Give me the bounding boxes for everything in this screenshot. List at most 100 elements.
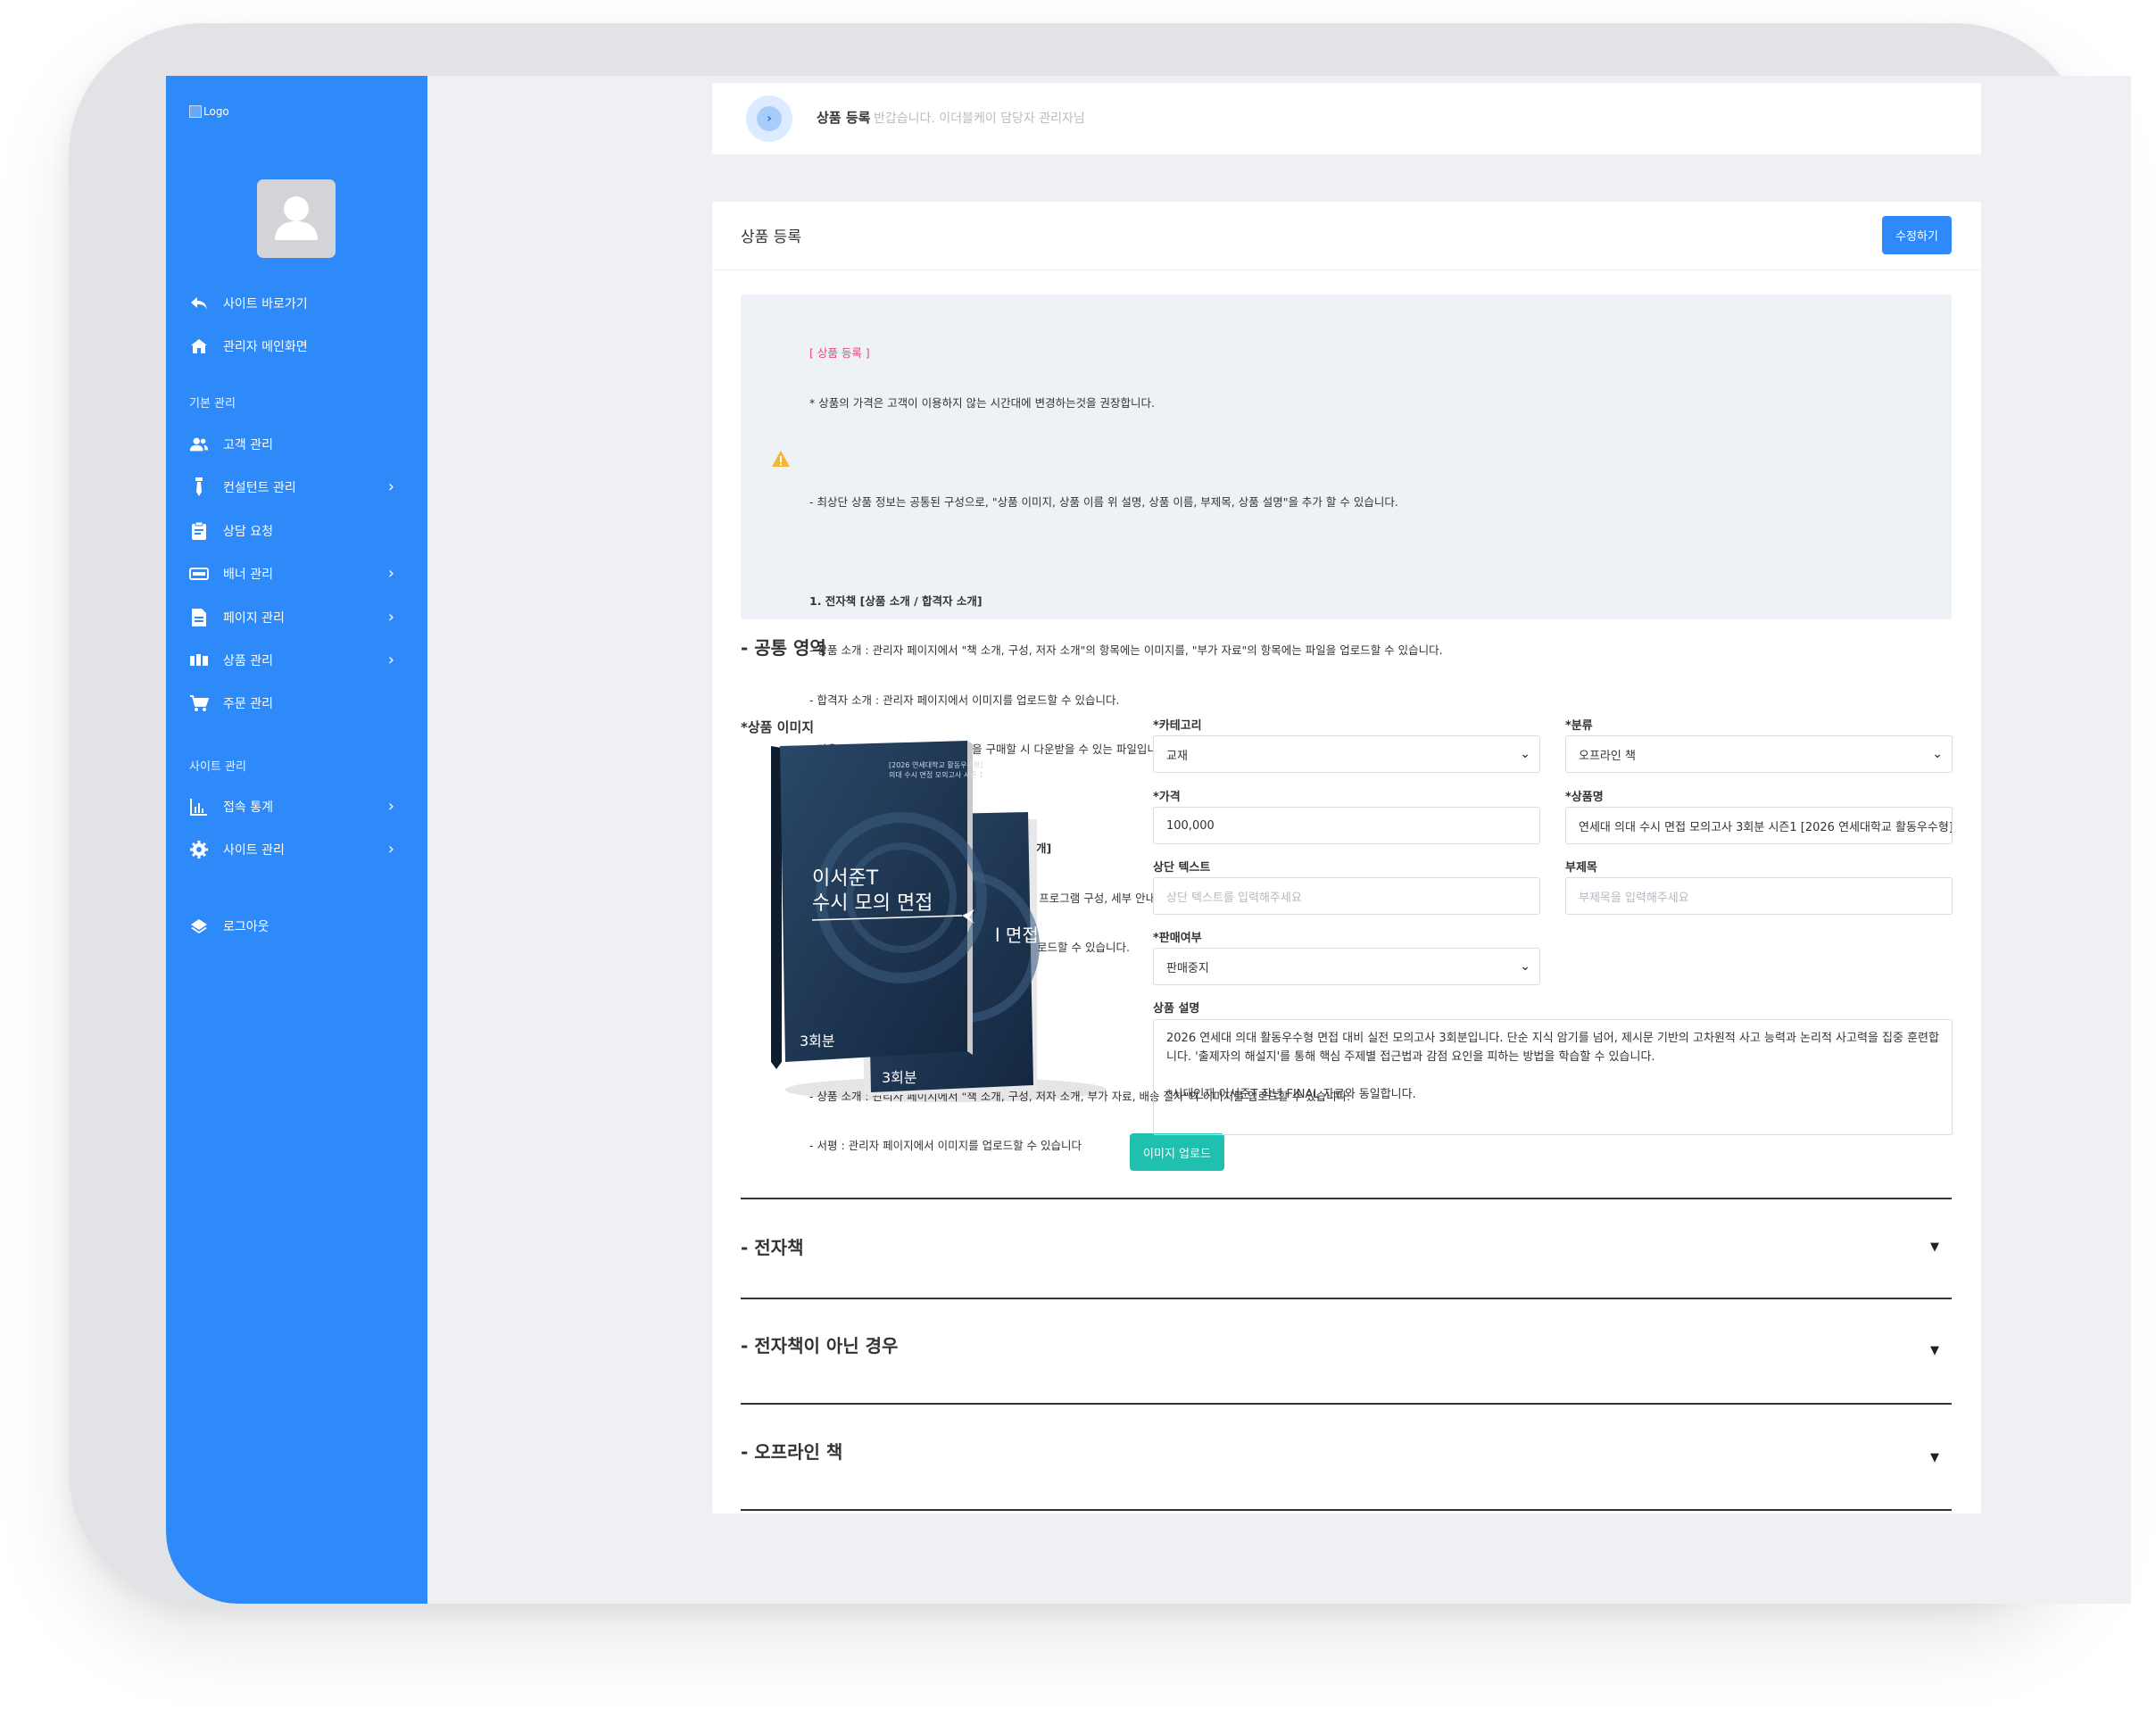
book-back-title: l 면접 <box>995 925 1039 946</box>
edit-button[interactable]: 수정하기 <box>1882 216 1952 254</box>
sidebar-item-label: 배너 관리 <box>223 568 273 582</box>
sidebar-item-label: 고객 관리 <box>223 438 273 452</box>
chevron-down-icon: ⌄ <box>1520 747 1530 761</box>
chart-icon <box>189 797 209 817</box>
category-label: *카테고리 <box>1153 719 1202 733</box>
accordion-non-ebook[interactable]: - 전자책이 아닌 경우 <box>741 1331 898 1357</box>
sale-status-value: 판매중지 <box>1166 961 1209 975</box>
logo-alt-text: Logo <box>203 105 229 118</box>
product-image-label: *상품 이미지 <box>741 719 815 735</box>
sidebar-item-orders[interactable]: 주문 관리 <box>189 692 412 715</box>
sidebar-item-site-settings[interactable]: 사이트 관리 › <box>189 838 412 861</box>
back-arrow-icon <box>189 294 209 313</box>
broken-image-icon <box>189 105 202 118</box>
description-label: 상품 설명 <box>1153 1002 1200 1016</box>
sidebar-item-admin-main[interactable]: 관리자 메인화면 <box>189 335 412 358</box>
layers-icon <box>189 917 209 936</box>
screen: Logo 사이트 바로가기 관리자 메인화면 기본 관리 고객 관리 컨설턴트 … <box>166 76 2131 1604</box>
tablet-frame: Logo 사이트 바로가기 관리자 메인화면 기본 관리 고객 관리 컨설턴트 … <box>69 23 2131 1605</box>
caret-down-icon[interactable]: ▼ <box>1930 1451 1939 1464</box>
divider <box>741 1198 1952 1199</box>
product-name-label: *상품명 <box>1565 791 1604 804</box>
sidebar-item-label: 상담 요청 <box>223 525 273 539</box>
document-icon <box>189 608 209 627</box>
divider <box>741 1298 1952 1299</box>
warning-icon <box>772 451 790 467</box>
chevron-down-icon: ⌄ <box>1520 959 1530 974</box>
sidebar-item-consult-requests[interactable]: 상담 요청 <box>189 519 412 543</box>
type-select[interactable]: 오프라인 책 ⌄ <box>1565 735 1953 773</box>
section-label-basic: 기본 관리 <box>189 397 236 411</box>
chevron-down-icon: ⌄ <box>1932 747 1943 761</box>
notice-line: - 합격자 소개 : 관리자 페이지에서 이미지를 업로드할 수 있습니다. <box>809 693 1120 707</box>
product-icon <box>189 651 209 670</box>
accordion-offline-book[interactable]: - 오프라인 책 <box>741 1438 842 1464</box>
users-icon <box>189 435 209 454</box>
caret-down-icon[interactable]: ▼ <box>1930 1344 1939 1357</box>
book-title-line1: 이서준T <box>812 867 879 890</box>
chevron-right-icon: › <box>387 608 394 626</box>
tie-icon <box>189 477 209 497</box>
sidebar-item-consultants[interactable]: 컨설턴트 관리 › <box>189 476 412 499</box>
notice-line <box>809 543 1443 560</box>
sidebar-item-pages[interactable]: 페이지 관리 › <box>189 606 412 629</box>
product-form-card: 상품 등록 수정하기 [ 상품 등록 ] * 상품의 가격은 고객이 이용하지 … <box>712 202 1981 1514</box>
chevron-right-icon: › <box>387 564 394 583</box>
sidebar-item-label: 접속 통계 <box>223 800 273 815</box>
page-title: 상품 등록 <box>741 228 801 246</box>
section-label-site: 사이트 관리 <box>189 760 246 774</box>
subtitle-input[interactable]: 부제목을 입력해주세요 <box>1565 877 1953 915</box>
divider <box>741 1509 1952 1511</box>
sidebar-item-site-link[interactable]: 사이트 바로가기 <box>189 292 412 315</box>
sidebar-item-customers[interactable]: 고객 관리 <box>189 433 412 456</box>
banner-icon <box>189 564 209 584</box>
type-label: *분류 <box>1565 719 1593 733</box>
subtitle-label: 부제목 <box>1565 861 1597 875</box>
sidebar-item-products[interactable]: 상품 관리 › <box>189 649 412 672</box>
sale-status-label: *판매여부 <box>1153 932 1202 945</box>
image-upload-button[interactable]: 이미지 업로드 <box>1130 1133 1224 1171</box>
chevron-right-icon: › <box>387 477 394 496</box>
notice-heading: 1. 전자책 [상품 소개 / 합격자 소개] <box>809 593 983 608</box>
top-text-input[interactable]: 상단 텍스트를 입력해주세요 <box>1153 877 1540 915</box>
chevron-right-icon: › <box>387 797 394 816</box>
header-nav-button[interactable]: › <box>746 95 792 142</box>
divider <box>741 1403 1952 1405</box>
logo[interactable]: Logo <box>189 105 229 118</box>
category-value: 교재 <box>1166 749 1188 763</box>
sidebar-item-label: 로그아웃 <box>223 920 270 934</box>
chevron-right-icon: › <box>757 106 782 131</box>
user-silhouette-icon <box>275 196 318 240</box>
sidebar-item-stats[interactable]: 접속 통계 › <box>189 795 412 818</box>
price-input[interactable]: 100,000 <box>1153 807 1540 844</box>
book-title-line2: 수시 모의 면접 <box>812 892 933 915</box>
notice-box: [ 상품 등록 ] * 상품의 가격은 고객이 이용하지 않는 시간대에 변경하… <box>741 294 1952 1152</box>
price-label: *가격 <box>1153 791 1181 804</box>
notice-line <box>809 444 1443 461</box>
sale-status-select[interactable]: 판매중지 ⌄ <box>1153 948 1540 985</box>
product-name-input[interactable]: 연세대 의대 수시 면접 모의고사 3회분 시즌1 [2026 연세대학교 활동… <box>1565 807 1953 844</box>
sidebar-item-label: 사이트 관리 <box>223 843 285 858</box>
sidebar-item-label: 주문 관리 <box>223 697 273 711</box>
clipboard-icon <box>189 521 209 541</box>
caret-down-icon[interactable]: ▼ <box>1930 1240 1939 1254</box>
notice-line: - 상품 소개 : 관리자 페이지에서 "책 소개, 구성, 저자 소개"의 항… <box>809 643 1443 657</box>
notice-tag: [ 상품 등록 ] <box>809 346 870 360</box>
gear-icon <box>189 840 209 859</box>
book-volume: 3회분 <box>882 1069 917 1086</box>
top-text-label: 상단 텍스트 <box>1153 861 1211 875</box>
sidebar-item-label: 페이지 관리 <box>223 611 285 626</box>
type-value: 오프라인 책 <box>1579 749 1636 763</box>
avatar <box>257 179 336 258</box>
accordion-ebook[interactable]: - 전자책 <box>741 1233 803 1259</box>
category-select[interactable]: 교재 ⌄ <box>1153 735 1540 773</box>
home-icon <box>189 336 209 356</box>
description-textarea[interactable]: 2026 연세대 의대 활동우수형 면접 대비 실전 모의고사 3회분입니다. … <box>1153 1019 1953 1135</box>
sidebar-item-banners[interactable]: 배너 관리 › <box>189 562 412 585</box>
sidebar-item-label: 컨설턴트 관리 <box>223 481 296 495</box>
header-welcome: 반갑습니다. 이더블케이 담당자 관리자님 <box>874 112 1085 126</box>
header-bar: › 상품 등록 반갑습니다. 이더블케이 담당자 관리자님 <box>712 83 1981 154</box>
sidebar: Logo 사이트 바로가기 관리자 메인화면 기본 관리 고객 관리 컨설턴트 … <box>166 76 427 1604</box>
sidebar-item-logout[interactable]: 로그아웃 <box>189 915 412 938</box>
notice-line: * 상품의 가격은 고객이 이용하지 않는 시간대에 변경하는것을 권장합니다. <box>809 395 1156 410</box>
